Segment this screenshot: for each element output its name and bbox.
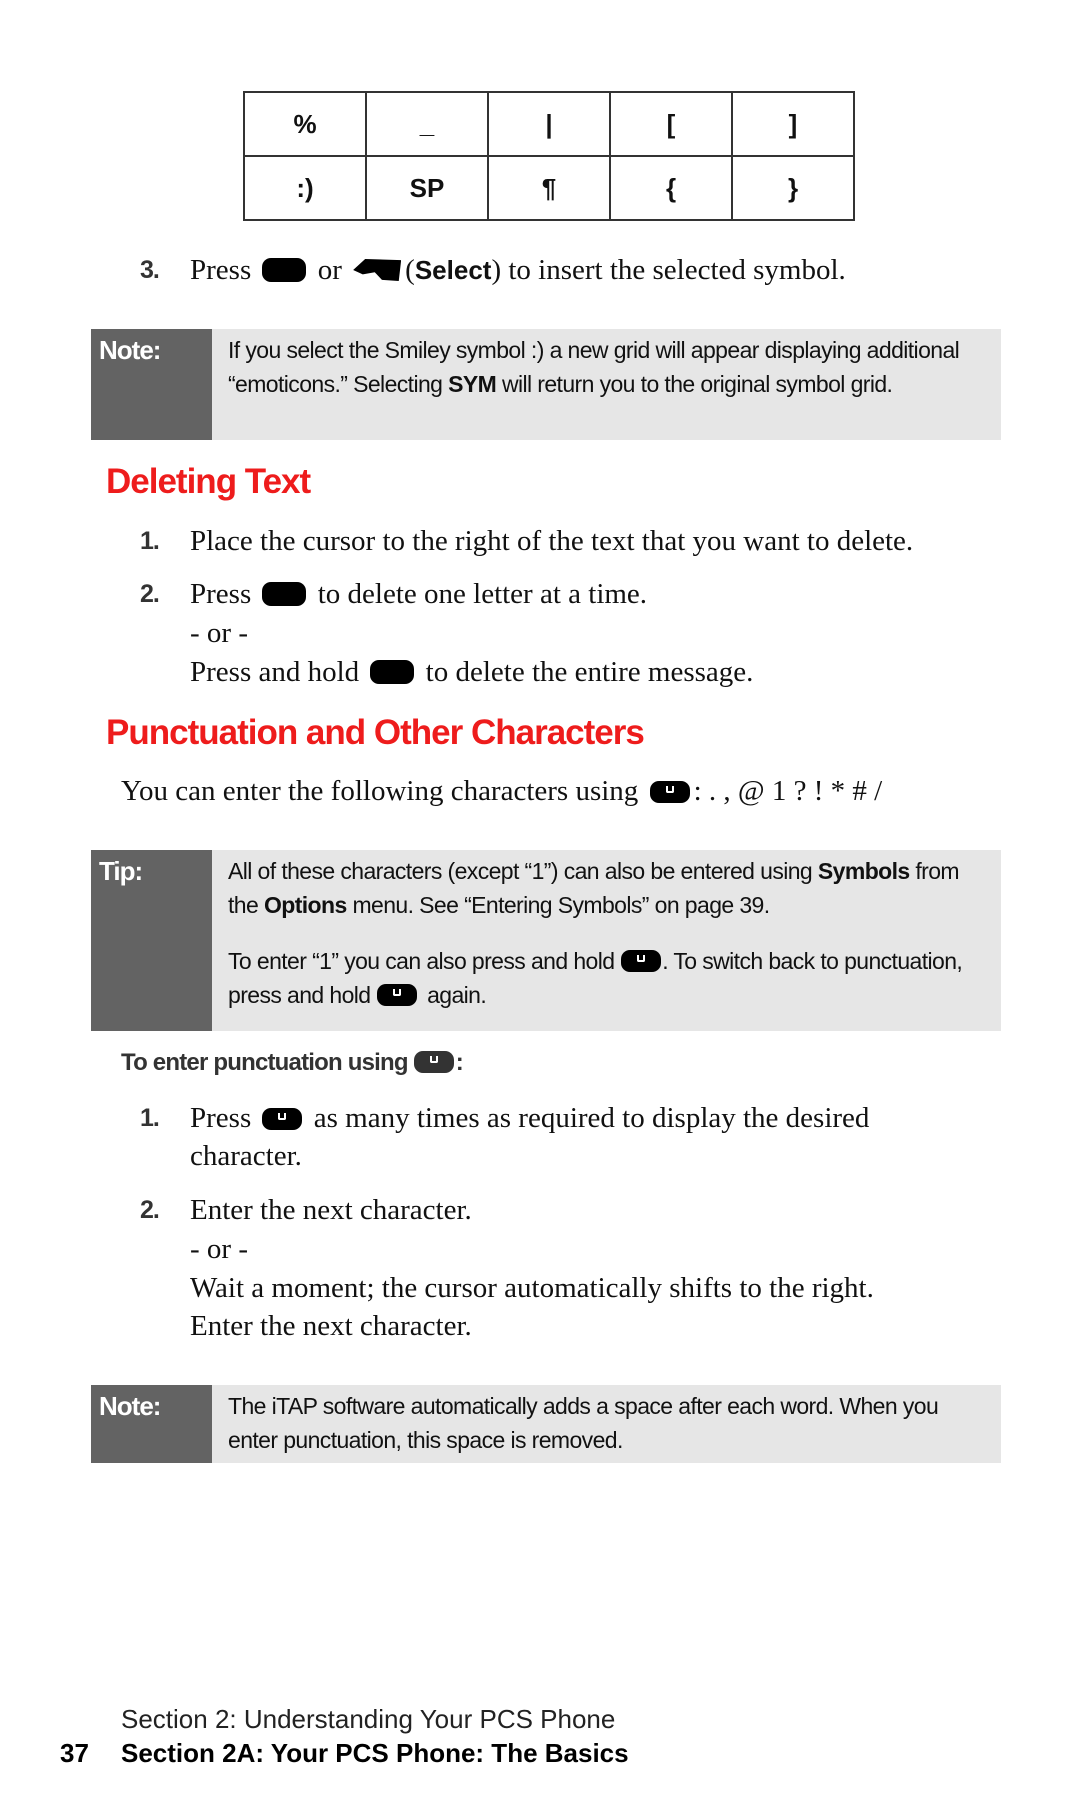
note-body: If you select the Smiley symbol :) a new… (228, 333, 993, 401)
intro-text: You can enter the following characters u… (121, 775, 646, 807)
symbol-cell: } (731, 155, 855, 221)
punctuation-intro: You can enter the following characters u… (121, 775, 882, 808)
symbol-grid: % _ | [ ] :) SP ¶ { } (243, 91, 855, 221)
step-text: Press to delete one letter at a time. (190, 577, 647, 611)
step-number: 2. (140, 1196, 160, 1224)
punctuation-heading: Punctuation and Other Characters (106, 713, 645, 752)
back-key-icon (370, 660, 415, 684)
symbol-cell: _ (365, 91, 489, 157)
tip-paragraph: All of these characters (except “1”) can… (228, 854, 993, 922)
step-text-before: Press (190, 1102, 259, 1134)
step-text: Enter the next character. (190, 1194, 472, 1226)
chapter-title: Section 2A: Your PCS Phone: The Basics (121, 1738, 629, 1768)
symbol-grid-row: :) SP ¶ { } (243, 155, 855, 221)
symbol-cell: ] (731, 91, 855, 157)
step-text-before: Press (190, 254, 259, 286)
step-text: Press or (Select) to insert the selected… (190, 253, 846, 287)
hold-text-before: Press and hold (190, 656, 367, 688)
note-label: Note: (91, 329, 212, 440)
tip-label: Tip: (91, 850, 212, 1031)
hold-text-after: to delete the entire message. (418, 656, 754, 688)
step-text: Place the cursor to the right of the tex… (190, 525, 914, 557)
step-text-after: as many times as required to display the… (306, 1102, 870, 1134)
symbol-cell: SP (365, 155, 489, 221)
paren: ( (405, 254, 415, 286)
note-callout: Note: The iTAP software automatically ad… (91, 1385, 1001, 1463)
or-separator: - or - (190, 1233, 248, 1265)
step-number: 3. (140, 256, 160, 284)
tip-text: All of these characters (except “1”) can… (228, 858, 818, 884)
step-text-after: to delete one letter at a time. (310, 578, 648, 610)
tip-callout: Tip: All of these characters (except “1”… (91, 850, 1001, 1031)
symbol-cell: :) (243, 155, 367, 221)
symbol-cell: ¶ (487, 155, 611, 221)
deleting-text-heading: Deleting Text (106, 462, 311, 501)
symbols-label: Symbols (817, 858, 910, 884)
symbol-cell: [ (609, 91, 733, 157)
note-label: Note: (91, 1385, 212, 1463)
tip-text: again. (421, 982, 487, 1008)
intro-characters: : . , @ 1 ? ! * # / (693, 775, 883, 807)
or-separator: - or - (190, 617, 248, 649)
symbol-grid-row: % _ | [ ] (243, 91, 855, 157)
step-number: 1. (140, 527, 160, 555)
footer-section: Section 2: Understanding Your PCS Phone (121, 1704, 616, 1734)
step-number: 1. (140, 1104, 160, 1132)
colon: : (455, 1049, 464, 1076)
wait-instruction: Wait a moment; the cursor automatically … (190, 1272, 874, 1304)
procedure-heading: To enter punctuation using: (121, 1049, 464, 1077)
one-key-icon (413, 1051, 454, 1073)
procedure-heading-text: To enter punctuation using (121, 1049, 409, 1076)
select-label: Select (414, 255, 492, 285)
tip-text: To enter “1” you can also press and hold (228, 948, 621, 974)
one-key-icon (649, 781, 690, 803)
step-text-before: Press (190, 578, 259, 610)
tip-paragraph: To enter “1” you can also press and hold… (228, 944, 993, 1012)
note-text: will return you to the original symbol g… (496, 371, 893, 397)
note-body: The iTAP software automatically adds a s… (228, 1393, 939, 1453)
note-callout: Note: If you select the Smiley symbol :)… (91, 329, 1001, 440)
symbol-cell: { (609, 155, 733, 221)
symbol-cell: | (487, 91, 611, 157)
step-number: 2. (140, 580, 160, 608)
one-key-icon (377, 984, 418, 1006)
one-key-icon (621, 950, 662, 972)
one-key-icon (262, 1108, 303, 1130)
back-key-icon (262, 582, 307, 606)
tip-body: All of these characters (except “1”) can… (228, 854, 993, 1012)
sym-label: SYM (448, 371, 497, 397)
step-continuation: character. (190, 1140, 302, 1172)
menu-key-icon (262, 258, 307, 282)
hold-instruction: Press and hold to delete the entire mess… (190, 655, 753, 689)
step-text-after: ) to insert the selected symbol. (491, 254, 846, 286)
enter-next-instruction: Enter the next character. (190, 1310, 472, 1342)
symbol-cell: % (243, 91, 367, 157)
tip-text: menu. See “Entering Symbols” on page 39. (346, 892, 770, 918)
step-text: Press as many times as required to displ… (190, 1101, 869, 1135)
page-number: 37 (60, 1738, 89, 1768)
softkey-icon (353, 259, 402, 281)
options-label: Options (263, 892, 347, 918)
step-or: or (310, 254, 350, 286)
